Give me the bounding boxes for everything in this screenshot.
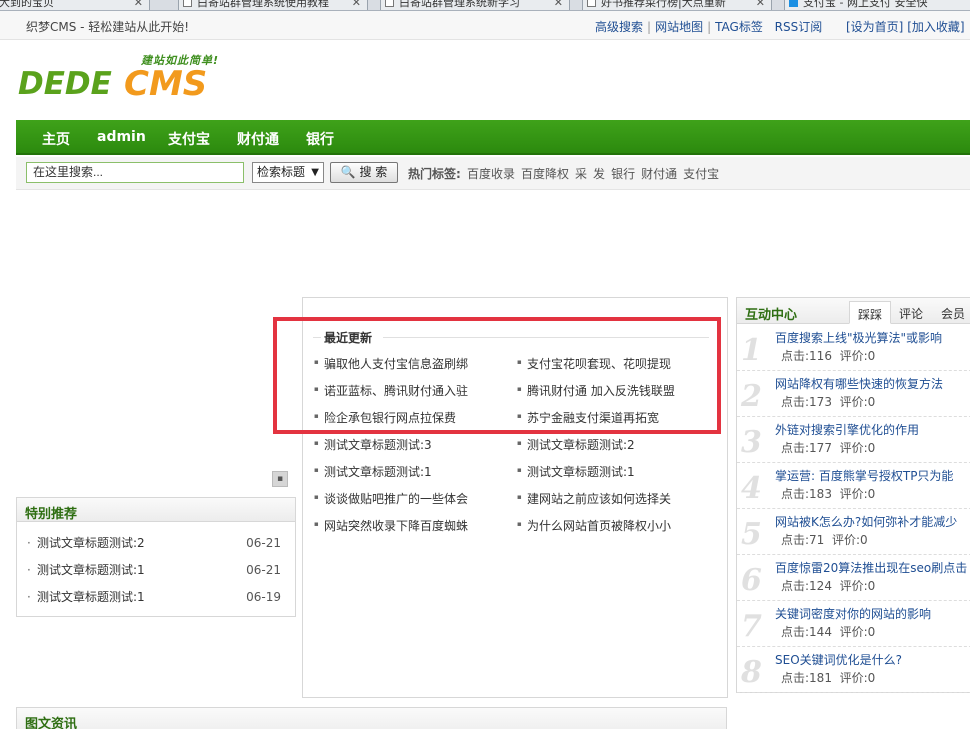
highlight-box	[273, 317, 721, 434]
hot-tags-label: 热门标签:	[408, 167, 461, 181]
set-homepage-link[interactable]: [设为首页]	[846, 20, 903, 34]
rank-title-link[interactable]: 网站被K怎么办?如何弥补才能减少	[775, 513, 957, 530]
rank-item: 4 掌运营: 百度熊掌号授权TP只为能 点击:183 评价:0	[737, 463, 970, 509]
rss-link[interactable]: RSS订阅	[775, 20, 823, 34]
page-icon	[385, 0, 394, 7]
article-link[interactable]: 测试文章标题测试:1	[314, 463, 432, 480]
rank-number: 4	[741, 471, 762, 506]
site-logo[interactable]: 建站如此简单! DEDE CMS	[18, 52, 233, 104]
logo-text-cms: CMS	[124, 64, 208, 104]
special-recommend-box: 特别推荐 测试文章标题测试:206-21 测试文章标题测试:106-21 测试文…	[16, 497, 296, 617]
interact-center-header: 互动中心 踩踩 评论 会员	[737, 298, 970, 324]
search-input[interactable]: 在这里搜索...	[26, 162, 244, 183]
close-icon[interactable]: ✕	[134, 0, 143, 10]
browser-tab[interactable]: 白寄站群管理系统新学习 ✕	[380, 0, 570, 10]
main-nav: 主页 admin 支付宝 财付通 银行	[16, 120, 970, 155]
hot-tag[interactable]: 百度降权	[521, 167, 569, 181]
image-news-title: 图文资讯	[17, 708, 726, 729]
hot-tag[interactable]: 发	[593, 167, 605, 181]
article-link[interactable]: 网站突然收录下降百度蜘蛛	[314, 517, 468, 534]
rank-item: 2 网站降权有哪些快速的恢复方法 点击:173 评价:0	[737, 371, 970, 417]
tag-link[interactable]: TAG标签	[715, 20, 763, 34]
page-icon	[587, 0, 596, 7]
article-link[interactable]: 测试文章标题测试:3	[314, 436, 432, 453]
site-slogan: 织梦CMS - 轻松建站从此开始!	[26, 20, 190, 34]
rank-number: 1	[741, 333, 762, 368]
nav-item-home[interactable]: 主页	[42, 129, 70, 149]
top-links: 高级搜索 | 网站地图 | TAG标签 RSS订阅	[595, 20, 823, 34]
add-favorite-link[interactable]: [加入收藏]	[907, 20, 964, 34]
search-bar: 在这里搜索... 检索标题 ▼ 🔍 搜 索 热门标签: 百度收录 百度降权采发银行…	[16, 157, 970, 190]
dropdown-arrow-icon: ▼	[311, 167, 319, 178]
browser-tab[interactable]: 白寄站群管理系统使用教程 ✕	[178, 0, 368, 10]
top-links-right: [设为首页] [加入收藏]	[846, 18, 965, 35]
rank-title-link[interactable]: 外链对搜索引擎优化的作用	[775, 421, 919, 438]
nav-item-admin[interactable]: admin	[97, 129, 146, 145]
search-type-select[interactable]: 检索标题 ▼	[252, 162, 324, 183]
browser-tab[interactable]: 支付宝 - 网上支付 安全快	[784, 0, 970, 10]
hot-tag[interactable]: 财付通	[641, 167, 677, 181]
article-link[interactable]: 测试文章标题测试:1	[517, 463, 635, 480]
advanced-search-link[interactable]: 高级搜索	[595, 20, 643, 34]
top-bar: 织梦CMS - 轻松建站从此开始! 高级搜索 | 网站地图 | TAG标签 RSS订阅 …	[0, 11, 970, 40]
rank-number: 2	[741, 379, 762, 414]
rank-number: 8	[741, 655, 762, 690]
hot-tag[interactable]: 采	[575, 167, 587, 181]
rank-title-link[interactable]: 百度搜索上线"极光算法"或影响	[775, 329, 942, 346]
tab-comments[interactable]: 评论	[891, 301, 931, 324]
article-link[interactable]: 测试文章标题测试:2	[517, 436, 635, 453]
hot-tag[interactable]: 支付宝	[683, 167, 719, 181]
rank-item: 5 网站被K怎么办?如何弥补才能减少 点击:71 评价:0	[737, 509, 970, 555]
tab-members[interactable]: 会员	[933, 301, 970, 324]
tab-cai[interactable]: 踩踩	[849, 301, 892, 324]
special-recommend-list: 测试文章标题测试:206-21 测试文章标题测试:106-21 测试文章标题测试…	[17, 522, 295, 611]
nav-item-bank[interactable]: 银行	[306, 129, 334, 149]
hot-tag[interactable]: 百度收录	[467, 167, 515, 181]
special-recommend-title: 特别推荐	[17, 498, 295, 522]
interact-center-title: 互动中心	[745, 308, 798, 323]
close-icon[interactable]: ✕	[352, 0, 361, 10]
rank-number: 7	[741, 609, 762, 644]
browser-tab-strip: 大到的宝贝 ✕ 白寄站群管理系统使用教程 ✕ 白寄站群管理系统新学习 ✕ 好书推荐菜行…	[0, 0, 970, 11]
rank-item: 6 百度惊雷20算法推出现在seo刷点击 点击:124 评价:0	[737, 555, 970, 601]
list-item[interactable]: 测试文章标题测试:206-21	[27, 530, 281, 557]
rank-item: 8 SEO关键词优化是什么? 点击:181 评价:0	[737, 647, 970, 693]
search-button[interactable]: 🔍 搜 索	[330, 162, 398, 183]
rank-title-link[interactable]: 掌运营: 百度熊掌号授权TP只为能	[775, 467, 953, 484]
rank-item: 3 外链对搜索引擎优化的作用 点击:177 评价:0	[737, 417, 970, 463]
browser-tab[interactable]: 大到的宝贝 ✕	[0, 0, 150, 10]
close-icon[interactable]: ✕	[756, 0, 765, 10]
rank-title-link[interactable]: 关键词密度对你的网站的影响	[775, 605, 931, 622]
logo-text-dede: DEDE	[18, 66, 112, 102]
hot-tag[interactable]: 银行	[611, 167, 635, 181]
image-news-box: 图文资讯	[16, 707, 727, 729]
rank-number: 5	[741, 517, 762, 552]
page-icon	[183, 0, 192, 7]
article-link[interactable]: 建网站之前应该如何选择关	[517, 490, 671, 507]
rank-item: 7 关键词密度对你的网站的影响 点击:144 评价:0	[737, 601, 970, 647]
interact-center-box: 互动中心 踩踩 评论 会员 1 百度搜索上线"极光算法"或影响 点击:116 评…	[736, 297, 970, 693]
rank-title-link[interactable]: 百度惊雷20算法推出现在seo刷点击	[775, 559, 967, 576]
rank-number: 6	[741, 563, 762, 598]
rank-title-link[interactable]: SEO关键词优化是什么?	[775, 651, 902, 668]
nav-item-alipay[interactable]: 支付宝	[168, 129, 210, 149]
rank-item: 1 百度搜索上线"极光算法"或影响 点击:116 评价:0	[737, 325, 970, 371]
nav-item-tenpay[interactable]: 财付通	[237, 129, 279, 149]
alipay-icon	[789, 0, 798, 7]
browser-tab[interactable]: 好书推荐菜行榜|大点重新 ✕	[582, 0, 772, 10]
search-icon: 🔍	[340, 165, 356, 179]
article-link[interactable]: 为什么网站首页被降权小小	[517, 517, 671, 534]
rank-title-link[interactable]: 网站降权有哪些快速的恢复方法	[775, 375, 943, 392]
rank-number: 3	[741, 425, 762, 460]
slider-handle-icon[interactable]: ▪	[272, 471, 288, 487]
article-link[interactable]: 谈谈做贴吧推广的一些体会	[314, 490, 468, 507]
list-item[interactable]: 测试文章标题测试:106-21	[27, 557, 281, 584]
sitemap-link[interactable]: 网站地图	[655, 20, 703, 34]
close-icon[interactable]: ✕	[554, 0, 563, 10]
list-item[interactable]: 测试文章标题测试:106-19	[27, 584, 281, 611]
hot-tags: 百度收录 百度降权采发银行 财付通 支付宝	[467, 165, 725, 182]
